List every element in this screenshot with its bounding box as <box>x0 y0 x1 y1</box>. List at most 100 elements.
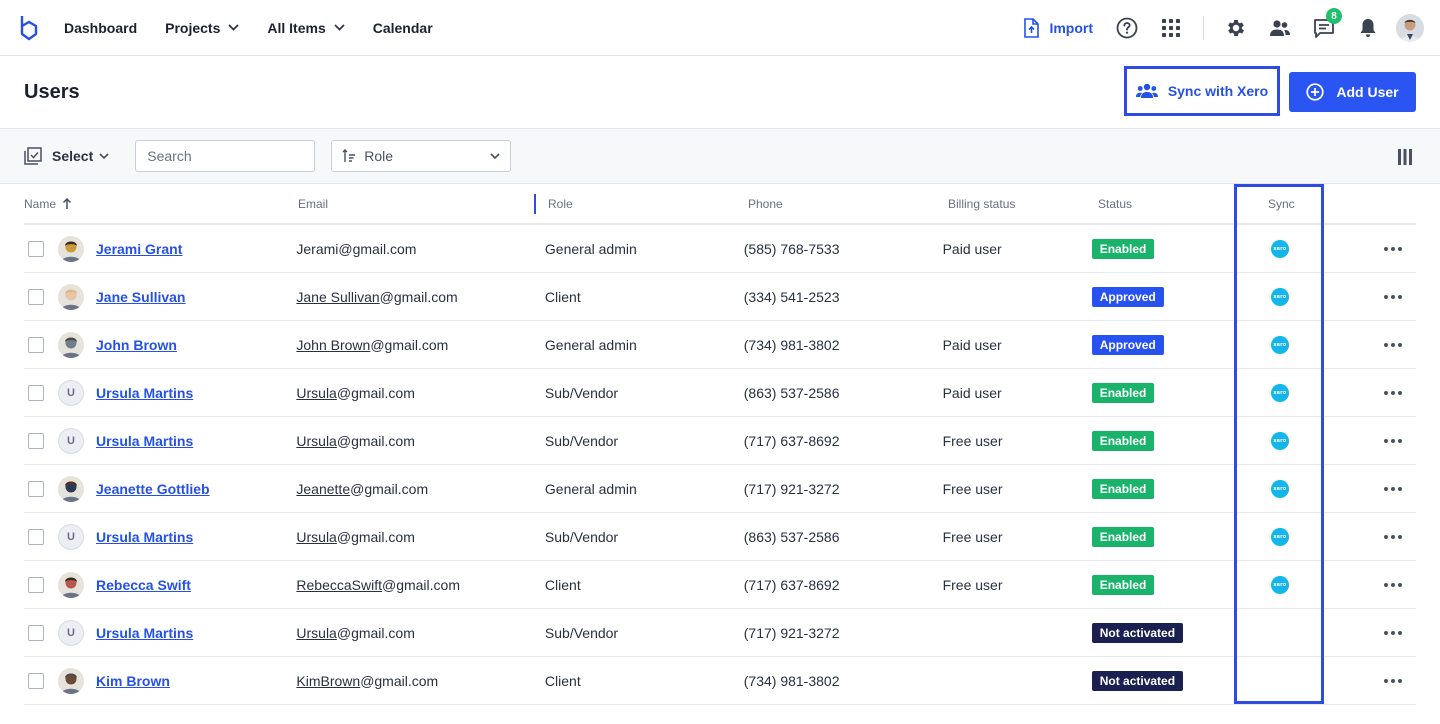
app-logo-icon[interactable] <box>16 12 42 44</box>
phone-cell: (863) 537-2586 <box>743 384 840 401</box>
table-row[interactable]: Jerami Grant Jerami@gmail.com General admi… <box>24 225 1416 273</box>
xero-sync-icon[interactable]: xero <box>1270 527 1289 546</box>
xero-sync-icon[interactable]: xero <box>1270 575 1289 594</box>
row-checkbox[interactable] <box>28 240 44 257</box>
user-name-link[interactable]: Ursula Martins <box>96 625 193 641</box>
xero-sync-icon[interactable]: xero <box>1270 431 1289 450</box>
xero-sync-icon[interactable]: xero <box>1270 335 1289 354</box>
team-users-icon[interactable] <box>1268 16 1292 40</box>
row-actions <box>1380 291 1416 303</box>
email-username[interactable]: Jane Sullivan <box>296 289 379 305</box>
row-actions <box>1380 531 1416 543</box>
more-options-icon[interactable] <box>1380 483 1406 495</box>
more-options-icon[interactable] <box>1380 339 1406 351</box>
row-checkbox[interactable] <box>28 624 44 641</box>
user-avatar[interactable] <box>1396 14 1424 42</box>
column-header-email[interactable]: Email <box>298 197 548 211</box>
user-name-link[interactable]: Ursula Martins <box>96 385 193 401</box>
row-checkbox[interactable] <box>28 672 44 689</box>
xero-sync-icon[interactable]: xero <box>1270 479 1289 498</box>
sync-with-xero-button[interactable]: Sync with Xero <box>1124 66 1280 116</box>
user-name-link[interactable]: Ursula Martins <box>96 529 193 545</box>
column-header-role[interactable]: Role <box>548 197 748 211</box>
xero-sync-icon[interactable]: xero <box>1270 239 1289 258</box>
table-row[interactable]: John Brown John Brown@gmail.com General ad… <box>24 321 1416 369</box>
add-user-button[interactable]: Add User <box>1289 72 1416 112</box>
messages-icon[interactable]: 8 <box>1312 8 1342 40</box>
nav-item-all-items[interactable]: All Items <box>267 20 345 36</box>
xero-sync-icon[interactable]: xero <box>1270 383 1289 402</box>
chevron-down-icon <box>99 153 119 159</box>
apps-grid-icon[interactable] <box>1159 16 1183 40</box>
status-cell: Not activated <box>1091 622 1241 643</box>
phone-cell: (717) 637-8692 <box>743 432 840 449</box>
column-header-name[interactable]: Name <box>24 197 298 211</box>
import-button[interactable]: Import <box>1023 18 1093 38</box>
table-row[interactable]: Jeanette Gottlieb Jeanette@gmail.com Gener… <box>24 465 1416 513</box>
help-icon[interactable] <box>1115 16 1139 40</box>
column-resize-handle[interactable] <box>534 194 536 214</box>
more-options-icon[interactable] <box>1380 675 1406 687</box>
status-cell: Approved <box>1091 334 1241 355</box>
row-checkbox[interactable] <box>28 432 44 449</box>
email-username[interactable]: KimBrown <box>296 673 360 689</box>
table-row[interactable]: U Ursula Martins Ursula@gmail.com Sub/Vendo… <box>24 513 1416 561</box>
status-cell: Enabled <box>1091 382 1241 403</box>
column-header-status[interactable]: Status <box>1098 197 1248 211</box>
email-username[interactable]: Ursula <box>296 529 336 545</box>
email-cell: Jane Sullivan@gmail.com <box>296 289 545 305</box>
row-checkbox[interactable] <box>28 576 44 593</box>
email-username[interactable]: John Brown <box>296 337 370 353</box>
table-row[interactable]: U Ursula Martins Ursula@gmail.com Sub/Vendo… <box>24 369 1416 417</box>
email-username[interactable]: Ursula <box>296 385 336 401</box>
nav-item-projects[interactable]: Projects <box>165 20 239 36</box>
bell-icon[interactable] <box>1356 16 1380 40</box>
table-row[interactable]: Kim Brown KimBrown@gmail.com Client (734) 9… <box>24 657 1416 705</box>
column-header-sync[interactable]: Sync <box>1248 197 1388 211</box>
user-name-link[interactable]: Rebecca Swift <box>96 577 191 593</box>
email-cell: Ursula@gmail.com <box>296 625 545 641</box>
user-name-link[interactable]: Jerami Grant <box>96 241 182 257</box>
nav-item-label: Calendar <box>372 19 433 36</box>
row-checkbox[interactable] <box>28 480 44 497</box>
search-field[interactable] <box>135 140 329 172</box>
more-options-icon[interactable] <box>1380 435 1406 447</box>
user-name-link[interactable]: Kim Brown <box>96 673 170 689</box>
table-row[interactable]: U Ursula Martins Ursula@gmail.com Sub/Vendo… <box>24 417 1416 465</box>
table-row[interactable]: Rebecca Swift RebeccaSwift@gmail.com Clien… <box>24 561 1416 609</box>
table-row[interactable]: Jane Sullivan Jane Sullivan@gmail.com Clie… <box>24 273 1416 321</box>
row-checkbox[interactable] <box>28 336 44 353</box>
role-cell: General admin <box>544 336 637 353</box>
more-options-icon[interactable] <box>1380 387 1406 399</box>
bulk-select-dropdown[interactable]: Select <box>24 147 119 165</box>
more-options-icon[interactable] <box>1380 243 1406 255</box>
email-username[interactable]: Ursula <box>296 433 336 449</box>
row-checkbox[interactable] <box>28 528 44 545</box>
user-name-link[interactable]: Jane Sullivan <box>96 289 185 305</box>
more-options-icon[interactable] <box>1380 531 1406 543</box>
nav-item-dashboard[interactable]: Dashboard <box>64 20 137 36</box>
email-username[interactable]: RebeccaSwift <box>296 577 382 593</box>
column-header-billing-status[interactable]: Billing status <box>948 197 1098 211</box>
user-name-link[interactable]: John Brown <box>96 337 177 353</box>
email-username[interactable]: Jeanette <box>296 481 350 497</box>
role-filter-select[interactable]: Role <box>331 140 512 172</box>
user-name-link[interactable]: Jeanette Gottlieb <box>96 481 210 497</box>
xero-sync-icon[interactable]: xero <box>1270 287 1289 306</box>
chevron-down-icon <box>334 24 345 31</box>
row-checkbox[interactable] <box>28 288 44 305</box>
user-name-link[interactable]: Ursula Martins <box>96 433 193 449</box>
table-row[interactable]: U Ursula Martins Ursula@gmail.com Sub/Vendo… <box>24 609 1416 657</box>
row-checkbox[interactable] <box>28 384 44 401</box>
columns-toggle-icon[interactable] <box>1398 149 1412 168</box>
settings-icon[interactable] <box>1224 16 1248 40</box>
nav-item-calendar[interactable]: Calendar <box>373 20 433 36</box>
email-username[interactable]: Ursula <box>296 625 336 641</box>
more-options-icon[interactable] <box>1380 579 1406 591</box>
row-actions <box>1380 339 1416 351</box>
more-options-icon[interactable] <box>1380 627 1406 639</box>
select-checkbox-icon <box>24 147 42 165</box>
search-input[interactable] <box>147 148 329 164</box>
more-options-icon[interactable] <box>1380 291 1406 303</box>
column-header-phone[interactable]: Phone <box>748 197 948 211</box>
